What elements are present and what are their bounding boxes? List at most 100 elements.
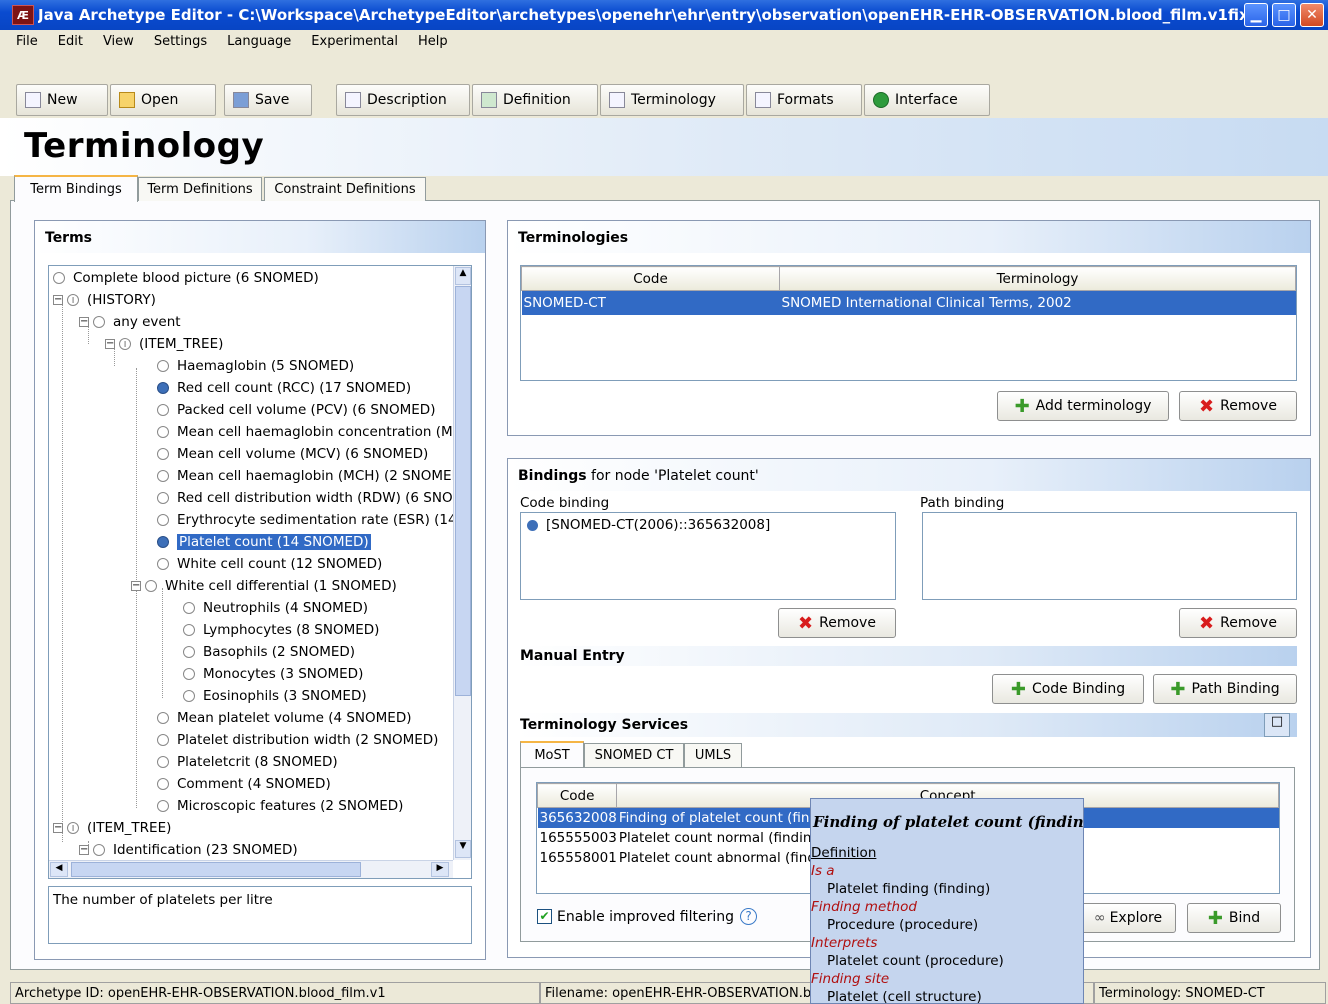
tree-node[interactable]: Eosinophils (3 SNOMED) — [183, 685, 367, 707]
menu-experimental[interactable]: Experimental — [311, 34, 398, 49]
tree-node[interactable]: Packed cell volume (PCV) (6 SNOMED) — [157, 399, 435, 421]
collapse-icon[interactable]: − — [105, 339, 115, 349]
tab-umls[interactable]: UMLS — [684, 743, 742, 767]
tree-node[interactable]: Mean cell haemaglobin concentration (MCH… — [157, 421, 471, 443]
tree-node[interactable]: White cell count (12 SNOMED) — [157, 553, 382, 575]
tree-node[interactable]: Basophils (2 SNOMED) — [183, 641, 355, 663]
add-terminology-button[interactable]: ✚ Add terminology — [997, 391, 1169, 421]
interface-button[interactable]: Interface — [864, 84, 990, 116]
tree-node[interactable]: Neutrophils (4 SNOMED) — [183, 597, 368, 619]
tab-term-bindings[interactable]: Term Bindings — [14, 175, 138, 202]
tree-node-label: Mean cell haemaglobin (MCH) (2 SNOMED) — [177, 468, 468, 484]
tree-node-label: Haemaglobin (5 SNOMED) — [177, 358, 355, 374]
terminology-button[interactable]: Terminology — [600, 84, 744, 116]
menu-bar: File Edit View Settings Language Experim… — [0, 30, 1328, 52]
improved-filtering-label: Enable improved filtering — [557, 908, 735, 925]
open-button[interactable]: Open — [110, 84, 216, 116]
tree-node-selected[interactable]: Platelet count (14 SNOMED) — [157, 531, 371, 553]
menu-file[interactable]: File — [16, 34, 38, 49]
tree-node[interactable]: Red cell count (RCC) (17 SNOMED) — [157, 377, 411, 399]
leaf-node-icon — [183, 646, 195, 658]
tree-node[interactable]: Plateletcrit (8 SNOMED) — [157, 751, 338, 773]
remove-code-binding-button[interactable]: ✖ Remove — [778, 608, 896, 638]
path-binding-button[interactable]: ✚ Path Binding — [1153, 674, 1297, 704]
tree-node[interactable]: Comment (4 SNOMED) — [157, 773, 331, 795]
tree-node[interactable]: − I (ITEM_TREE) — [105, 333, 223, 355]
description-button[interactable]: Description — [336, 84, 470, 116]
menu-view[interactable]: View — [103, 34, 134, 49]
close-icon[interactable]: ✕ — [1300, 3, 1324, 27]
menu-edit[interactable]: Edit — [58, 34, 83, 49]
collapse-icon[interactable]: − — [79, 317, 89, 327]
definition-button[interactable]: Definition — [472, 84, 598, 116]
save-button[interactable]: Save — [224, 84, 312, 116]
tree-node[interactable]: Platelet distribution width (2 SNOMED) — [157, 729, 438, 751]
column-header-terminology[interactable]: Terminology — [779, 266, 1296, 291]
tooltip-definition-link[interactable]: Definition — [811, 845, 876, 861]
bound-node-icon — [157, 536, 169, 548]
column-header-code[interactable]: Code — [537, 783, 618, 808]
collapse-icon[interactable]: − — [131, 581, 141, 591]
bound-node-icon — [527, 519, 538, 531]
leaf-node-icon — [183, 624, 195, 636]
tree-node[interactable]: − I (ITEM_TREE) — [53, 817, 171, 839]
tree-node[interactable]: Red cell distribution width (RDW) (6 SNO… — [157, 487, 471, 509]
menu-language[interactable]: Language — [227, 34, 291, 49]
scroll-thumb[interactable] — [71, 862, 361, 877]
tree-node[interactable]: Erythrocyte sedimentation rate (ESR) (14… — [157, 509, 471, 531]
maximize-panel-icon[interactable]: □ — [1264, 713, 1290, 737]
tree-node[interactable]: − any event — [79, 311, 181, 333]
remove-path-binding-button[interactable]: ✖ Remove — [1179, 608, 1297, 638]
maximize-icon[interactable]: □ — [1272, 3, 1296, 27]
collapse-icon[interactable]: − — [79, 845, 89, 855]
formats-button[interactable]: Formats — [746, 84, 862, 116]
collapse-icon[interactable]: − — [53, 295, 63, 305]
explore-button[interactable]: ∞ Explore — [1080, 903, 1176, 933]
tree-node[interactable]: Mean cell haemaglobin (MCH) (2 SNOMED) — [157, 465, 467, 487]
relation-value: Platelet count (procedure) — [827, 953, 1004, 969]
tree-node[interactable]: Complete blood picture (6 SNOMED) — [53, 267, 319, 289]
tree-node[interactable]: Mean cell volume (MCV) (6 SNOMED) — [157, 443, 428, 465]
tree-node[interactable]: − I (HISTORY) — [53, 289, 156, 311]
code-binding-label: Code binding — [520, 495, 610, 511]
remove-terminology-button[interactable]: ✖ Remove — [1179, 391, 1297, 421]
table-row[interactable]: SNOMED-CT SNOMED International Clinical … — [521, 290, 1296, 315]
page-title: Terminology — [24, 126, 265, 166]
tree-node[interactable]: Haemaglobin (5 SNOMED) — [157, 355, 354, 377]
tab-most[interactable]: MoST — [520, 741, 584, 768]
list-item[interactable]: [SNOMED-CT(2006)::365632008] — [527, 517, 889, 533]
code-binding-button[interactable]: ✚ Code Binding — [992, 674, 1144, 704]
improved-filtering-checkbox[interactable]: ✔ — [537, 909, 552, 924]
title-bar: Æ Java Archetype Editor - C:\Workspace\A… — [0, 0, 1328, 30]
column-header-code[interactable]: Code — [521, 266, 780, 291]
help-icon[interactable]: ? — [740, 908, 758, 925]
tree-vertical-scrollbar[interactable]: ▲ ▼ — [453, 266, 471, 860]
collapse-icon[interactable]: − — [53, 823, 63, 833]
menu-help[interactable]: Help — [418, 34, 448, 49]
scroll-thumb[interactable] — [455, 286, 471, 696]
tree-node-label: Complete blood picture (6 SNOMED) — [73, 270, 319, 286]
tab-snomed-ct[interactable]: SNOMED CT — [584, 743, 684, 767]
code-binding-button-label: Code Binding — [1031, 681, 1126, 697]
tree-horizontal-scrollbar[interactable]: ◀ ▶ — [49, 860, 453, 878]
tree-node[interactable]: − Identification (23 SNOMED) — [79, 839, 298, 861]
tree-node[interactable]: Mean platelet volume (4 SNOMED) — [157, 707, 412, 729]
tree-node[interactable]: − White cell differential (1 SNOMED) — [131, 575, 397, 597]
scroll-up-icon[interactable]: ▲ — [455, 267, 471, 285]
scroll-left-icon[interactable]: ◀ — [50, 862, 68, 877]
scroll-right-icon[interactable]: ▶ — [431, 862, 449, 877]
tree-node[interactable]: Monocytes (3 SNOMED) — [183, 663, 363, 685]
description-label: Description — [367, 92, 447, 108]
window-title: Java Archetype Editor - C:\Workspace\Arc… — [38, 6, 1258, 24]
bind-button[interactable]: ✚ Bind — [1187, 903, 1281, 933]
disk-icon — [233, 92, 249, 108]
menu-settings[interactable]: Settings — [154, 34, 207, 49]
tab-term-definitions[interactable]: Term Definitions — [138, 177, 262, 201]
tab-constraint-definitions[interactable]: Constraint Definitions — [264, 177, 426, 201]
tree-node[interactable]: Lymphocytes (8 SNOMED) — [183, 619, 379, 641]
tree-node[interactable]: Microscopic features (2 SNOMED) — [157, 795, 403, 817]
scroll-down-icon[interactable]: ▼ — [455, 840, 471, 858]
tree-node-label: (HISTORY) — [87, 292, 156, 308]
minimize-icon[interactable]: ▁ — [1244, 3, 1268, 27]
new-button[interactable]: New — [16, 84, 108, 116]
